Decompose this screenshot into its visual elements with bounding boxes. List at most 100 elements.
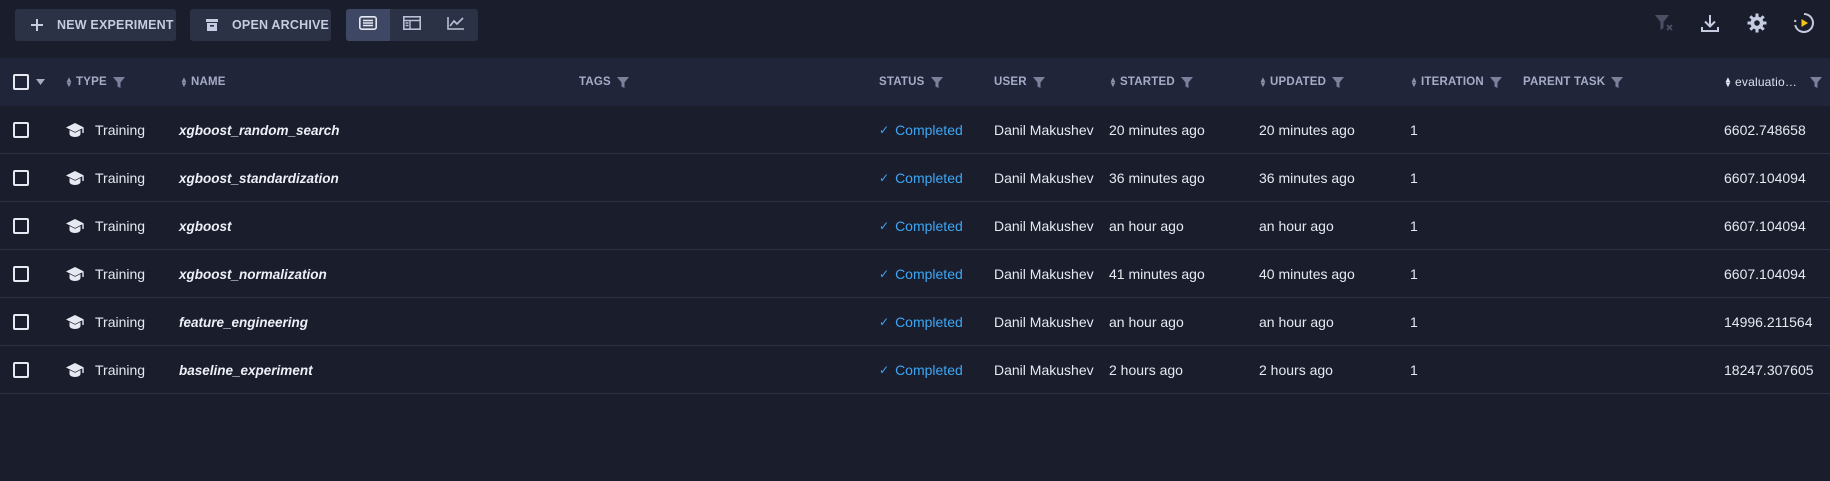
check-icon: ✓ — [879, 267, 890, 281]
settings-button[interactable] — [1745, 13, 1769, 37]
name-cell[interactable]: xgboost_standardization — [179, 154, 339, 202]
chart-view-icon — [447, 16, 465, 35]
column-header-name[interactable]: ▲ ▼ NAME — [180, 58, 226, 106]
experiment-name: xgboost_random_search — [179, 122, 340, 138]
details-view-button[interactable] — [390, 9, 434, 41]
iteration-cell: 1 — [1410, 106, 1418, 154]
evaluation-cell: 6607.104094 — [1724, 250, 1806, 298]
filter-icon[interactable] — [1032, 76, 1045, 88]
user-label: Danil Makushev — [994, 170, 1094, 186]
clear-filters-button[interactable] — [1652, 13, 1676, 37]
table-row[interactable]: Training feature_engineering ✓ Completed… — [0, 298, 1830, 346]
name-cell[interactable]: xgboost_normalization — [179, 250, 327, 298]
column-header-iteration[interactable]: ▲ ▼ ITERATION — [1410, 58, 1502, 106]
toolbar: NEW EXPERIMENT OPEN ARCHIVE — [0, 0, 1830, 50]
evaluation-value: 6607.104094 — [1724, 266, 1806, 282]
filter-icon[interactable] — [1810, 76, 1822, 88]
experiment-name: xgboost — [179, 218, 232, 234]
clear-filter-icon — [1654, 14, 1674, 37]
filter-icon[interactable] — [112, 76, 125, 88]
check-icon: ✓ — [879, 171, 890, 185]
row-checkbox[interactable] — [13, 122, 29, 138]
table-view-button[interactable] — [346, 9, 390, 41]
filter-icon[interactable] — [1489, 76, 1502, 88]
column-header-started[interactable]: ▲ ▼ STARTED — [1109, 58, 1193, 106]
column-header-evaluation[interactable]: ▲ ▼ evaluatio… — [1724, 58, 1822, 106]
iteration-cell: 1 — [1410, 154, 1418, 202]
table-view-icon — [359, 15, 377, 35]
table-row[interactable]: Training xgboost_standardization ✓ Compl… — [0, 154, 1830, 202]
column-header-status[interactable]: STATUS — [879, 58, 943, 106]
row-checkbox[interactable] — [13, 266, 29, 282]
column-header-parent-task[interactable]: PARENT TASK — [1523, 58, 1624, 106]
view-mode-toggle — [346, 9, 478, 41]
column-label-parent-task: PARENT TASK — [1523, 76, 1606, 88]
select-all-checkbox[interactable] — [13, 74, 29, 90]
started-cell: 2 hours ago — [1109, 346, 1183, 394]
compare-view-button[interactable] — [434, 9, 478, 41]
filter-icon[interactable] — [1180, 76, 1193, 88]
user-cell: Danil Makushev — [994, 154, 1094, 202]
status-cell: ✓ Completed — [879, 298, 963, 346]
started-cell: 36 minutes ago — [1109, 154, 1205, 202]
user-cell: Danil Makushev — [994, 202, 1094, 250]
column-header-updated[interactable]: ▲ ▼ UPDATED — [1259, 58, 1345, 106]
column-label-evaluation: evaluatio… — [1735, 75, 1798, 89]
evaluation-value: 18247.307605 — [1724, 362, 1814, 378]
name-cell[interactable]: xgboost — [179, 202, 232, 250]
status-cell: ✓ Completed — [879, 154, 963, 202]
name-cell[interactable]: baseline_experiment — [179, 346, 313, 394]
column-label-status: STATUS — [879, 76, 925, 88]
new-experiment-button[interactable]: NEW EXPERIMENT — [15, 9, 176, 41]
name-cell[interactable]: feature_engineering — [179, 298, 308, 346]
column-header-tags[interactable]: TAGS — [579, 58, 629, 106]
updated-cell: 2 hours ago — [1259, 346, 1333, 394]
chevron-down-icon[interactable] — [36, 79, 45, 85]
details-view-icon — [403, 15, 421, 35]
check-icon: ✓ — [879, 363, 890, 377]
started-cell: 20 minutes ago — [1109, 106, 1205, 154]
row-checkbox[interactable] — [13, 314, 29, 330]
filter-icon[interactable] — [1611, 76, 1624, 88]
iteration-label: 1 — [1410, 362, 1418, 378]
type-cell: Training — [65, 202, 145, 250]
download-icon — [1700, 13, 1720, 38]
column-label-iteration: ITERATION — [1421, 76, 1484, 88]
evaluation-value: 6607.104094 — [1724, 218, 1806, 234]
open-archive-button[interactable]: OPEN ARCHIVE — [190, 9, 331, 41]
evaluation-value: 14996.211564 — [1724, 314, 1813, 330]
column-header-type[interactable]: ▲ ▼ TYPE — [65, 58, 125, 106]
column-header-user[interactable]: USER — [994, 58, 1045, 106]
evaluation-value: 6607.104094 — [1724, 170, 1806, 186]
table-row[interactable]: Training xgboost ✓ Completed Danil Makus… — [0, 202, 1830, 250]
download-button[interactable] — [1698, 13, 1722, 37]
iteration-label: 1 — [1410, 266, 1418, 282]
plus-icon — [27, 15, 47, 35]
check-icon: ✓ — [879, 123, 890, 137]
status-cell: ✓ Completed — [879, 346, 963, 394]
row-checkbox[interactable] — [13, 218, 29, 234]
table-row[interactable]: Training baseline_experiment ✓ Completed… — [0, 346, 1830, 394]
graduation-cap-icon — [65, 122, 85, 138]
name-cell[interactable]: xgboost_random_search — [179, 106, 340, 154]
type-label: Training — [95, 266, 146, 282]
started-cell: 41 minutes ago — [1109, 250, 1205, 298]
started-cell: an hour ago — [1109, 202, 1184, 250]
updated-cell: an hour ago — [1259, 298, 1334, 346]
row-checkbox[interactable] — [13, 362, 29, 378]
user-cell: Danil Makushev — [994, 250, 1094, 298]
status-label: Completed — [895, 122, 963, 138]
filter-icon[interactable] — [616, 76, 629, 88]
filter-icon[interactable] — [930, 76, 943, 88]
type-cell: Training — [65, 250, 145, 298]
filter-icon[interactable] — [1332, 76, 1345, 88]
started-label: 2 hours ago — [1109, 362, 1183, 378]
auto-refresh-button[interactable] — [1792, 12, 1816, 37]
table-row[interactable]: Training xgboost_normalization ✓ Complet… — [0, 250, 1830, 298]
new-experiment-label: NEW EXPERIMENT — [57, 18, 174, 32]
table-row[interactable]: Training xgboost_random_search ✓ Complet… — [0, 106, 1830, 154]
iteration-cell: 1 — [1410, 346, 1418, 394]
updated-cell: 40 minutes ago — [1259, 250, 1355, 298]
row-checkbox[interactable] — [13, 170, 29, 186]
row-select — [13, 250, 29, 298]
